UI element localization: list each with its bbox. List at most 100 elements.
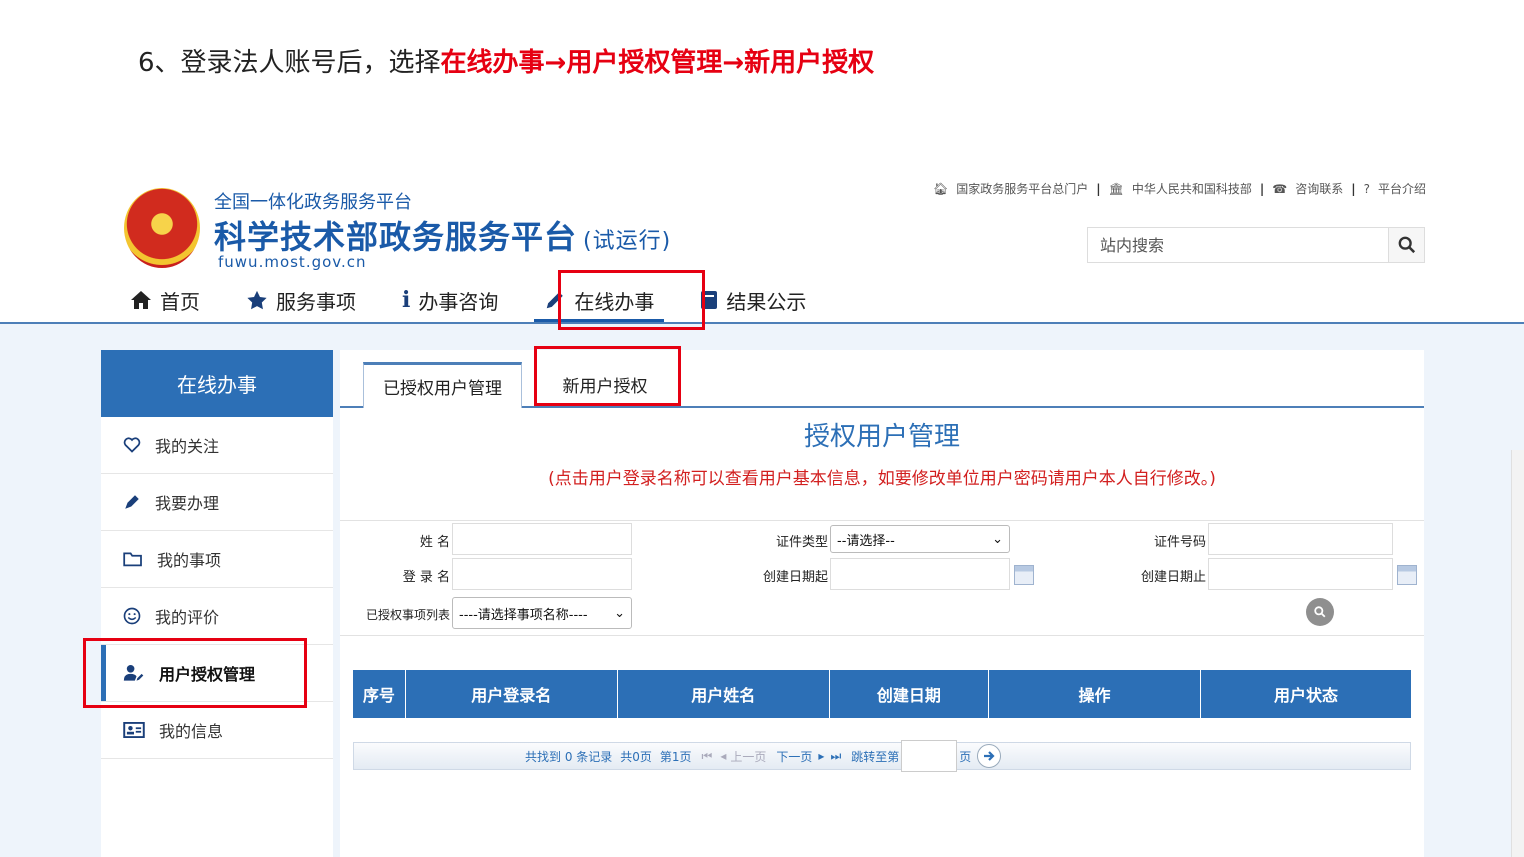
home-icon: 🏠︎ (932, 181, 949, 196)
chevron-down-icon: ⌄ (614, 605, 625, 621)
star-icon (247, 290, 267, 309)
calendar-icon[interactable] (1014, 565, 1034, 585)
top-links: 🏠︎ 国家政务服务平台总门户 | 🏛︎ 中华人民共和国科技部 | ☎︎ 咨询联系… (933, 180, 1426, 197)
calendar-icon[interactable] (1397, 565, 1417, 585)
top-link-portal[interactable]: 国家政务服务平台总门户 (956, 180, 1088, 197)
column-header-login-name: 用户登录名 (406, 670, 618, 718)
top-link-about[interactable]: 平台介绍 (1378, 180, 1426, 197)
sidebar-item-reviews[interactable]: 我的评价 (101, 588, 333, 645)
pager-current-page: 第1页 (659, 749, 692, 764)
column-header-status: 用户状态 (1273, 686, 1338, 705)
date-end-input[interactable] (1208, 558, 1393, 590)
nav-consult[interactable]: i 办事咨询 (402, 280, 498, 320)
filter-form: 姓 名 证件类型 --请选择-- ⌄ 证件号码 登 录 名 创建日期起 创建日期… (340, 520, 1424, 636)
login-name-label: 登 录 名 (402, 570, 450, 585)
name-label: 姓 名 (419, 535, 450, 550)
last-page-icon[interactable]: ⏭ (830, 749, 841, 764)
name-input[interactable] (452, 523, 632, 555)
panel-title: 授权用户管理 (803, 422, 960, 452)
phone-icon: ☎︎ (1272, 181, 1288, 196)
sidebar-item-label: 我的评价 (155, 608, 220, 627)
column-header-actions: 操作 (989, 670, 1201, 718)
sidebar-item-label: 我的关注 (155, 437, 220, 456)
column-header-created-date: 创建日期 (830, 670, 989, 718)
question-icon: ? (1363, 181, 1370, 196)
date-start-input[interactable] (830, 558, 1010, 590)
sidebar-item-label: 我的信息 (159, 722, 224, 741)
trial-label: (试运行) (583, 229, 672, 254)
highlight-box-user-authorization (83, 638, 307, 708)
column-header-index: 序号 (353, 670, 406, 718)
date-end-label: 创建日期止 (1140, 570, 1206, 585)
sidebar-item-my-matters[interactable]: 我的事项 (101, 531, 333, 588)
prev-arrow-icon[interactable]: ◂ (720, 749, 726, 763)
first-page-icon[interactable]: ⏮ (702, 749, 713, 764)
sidebar: 在线办事 我的关注 我要办理 我的事项 我的评价 用户授权管理 我的信息 (101, 350, 333, 857)
authorized-items-label: 已授权事项列表 (365, 608, 450, 622)
tab-bar: 已授权用户管理 新用户授权 (340, 350, 1424, 408)
nav-results-label: 结果公示 (726, 289, 807, 314)
site-domain: fuwu.most.gov.cn (218, 253, 367, 271)
tab-authorized-users[interactable]: 已授权用户管理 (363, 362, 522, 408)
platform-title-text: 科学技术部政务服务平台 (214, 218, 578, 256)
cert-no-label: 证件号码 (1153, 535, 1206, 550)
building-icon: 🏛︎ (1108, 181, 1124, 196)
sidebar-title: 在线办事 (101, 350, 333, 417)
platform-title[interactable]: 科学技术部政务服务平台 (试运行) (214, 212, 671, 258)
arrow-right-icon (984, 751, 995, 761)
divider: | (1096, 181, 1101, 196)
main-nav: 首页 服务事项 i 办事咨询 在线办事 结果公示 (130, 280, 852, 323)
info-icon: i (402, 287, 411, 313)
pager-next-link[interactable]: 下一页 (776, 748, 812, 765)
users-table-header: 序号 用户登录名 用户姓名 创建日期 操作 用户状态 (353, 670, 1411, 718)
nav-services-label: 服务事项 (276, 289, 356, 314)
site-search (1087, 227, 1425, 263)
sidebar-item-apply[interactable]: 我要办理 (101, 474, 333, 531)
sidebar-item-favorites[interactable]: 我的关注 (101, 417, 333, 474)
date-start-label: 创建日期起 (762, 570, 828, 585)
next-arrow-icon[interactable]: ▸ (818, 749, 824, 763)
cert-type-select[interactable]: --请选择-- ⌄ (830, 525, 1010, 553)
cert-type-label: 证件类型 (775, 535, 828, 550)
pager-prev-link[interactable]: 上一页 (730, 748, 766, 765)
instruction-highlight: 在线办事→用户授权管理→新用户授权 (440, 48, 875, 78)
pager-go-button[interactable] (977, 744, 1002, 768)
top-link-ministry[interactable]: 中华人民共和国科技部 (1132, 180, 1252, 197)
smile-icon (123, 607, 141, 625)
folder-icon (123, 552, 142, 567)
nav-home[interactable]: 首页 (130, 280, 200, 320)
search-button[interactable] (1388, 228, 1424, 262)
sidebar-item-my-info[interactable]: 我的信息 (101, 702, 333, 759)
authorized-items-select[interactable]: ----请选择事项名称---- ⌄ (452, 597, 632, 629)
top-link-contact[interactable]: 咨询联系 (1295, 180, 1343, 197)
pager-page-input[interactable] (901, 740, 958, 772)
id-card-icon (123, 722, 145, 738)
sidebar-item-label: 我的事项 (157, 551, 222, 570)
national-emblem-logo[interactable] (124, 188, 200, 268)
nav-results[interactable]: 结果公示 (700, 280, 806, 320)
pagination: 共找到 0 条记录 共0页 第1页 ⏮ ◂ 上一页 下一页 ▸ ⏭ 跳转至第 页 (353, 740, 1411, 772)
main-panel: 已授权用户管理 新用户授权 授权用户管理 (点击用户登录名称可以查看用户基本信息… (340, 350, 1424, 857)
cert-type-value: --请选择-- (837, 533, 895, 549)
platform-subtitle: 全国一体化政务服务平台 (214, 192, 412, 213)
filter-search-button[interactable] (1306, 598, 1334, 626)
divider: | (1351, 181, 1356, 196)
instruction-text: 6、登录法人账号后，选择在线办事→用户授权管理→新用户授权 (138, 42, 874, 79)
search-input[interactable] (1088, 228, 1388, 262)
pen-icon (125, 495, 139, 509)
chevron-down-icon: ⌄ (992, 531, 1003, 547)
sidebar-item-label: 我要办理 (155, 494, 220, 513)
pager-page-count: 共0页 (620, 749, 652, 764)
nav-services[interactable]: 服务事项 (246, 280, 356, 320)
login-name-input[interactable] (452, 558, 632, 590)
nav-home-label: 首页 (160, 289, 200, 314)
panel-note: (点击用户登录名称可以查看用户基本信息，如要修改单位用户密码请用户本人自行修改。… (548, 469, 1216, 489)
pager-page-unit: 页 (959, 749, 972, 764)
cert-no-input[interactable] (1208, 523, 1393, 555)
pager-jump-label: 跳转至第 (851, 749, 900, 764)
right-scrollbar[interactable] (1511, 450, 1524, 857)
authorized-items-value: ----请选择事项名称---- (459, 607, 588, 623)
home-icon (131, 291, 151, 309)
heart-icon (123, 437, 141, 453)
nav-consult-label: 办事咨询 (418, 289, 499, 314)
